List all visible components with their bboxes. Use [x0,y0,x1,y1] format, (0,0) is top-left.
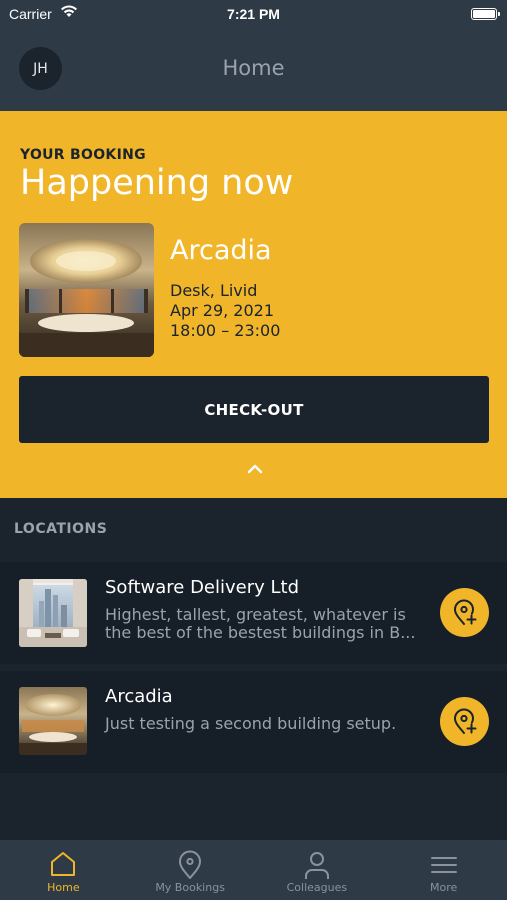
tab-label: Home [47,881,80,894]
location-description-line: the best of the bestest buildings in B..… [105,623,416,642]
page-title: Home [222,56,285,80]
current-booking-card: YOUR BOOKING Happening now Arcadia Desk,… [0,111,507,498]
location-name: Arcadia [105,686,173,707]
tab-bar: Home My Bookings Colleagues More [0,840,507,900]
navigation-bar: JH Home [0,28,507,111]
tab-more[interactable]: More [380,840,507,900]
map-pin-add-icon [453,599,476,625]
tab-my-bookings[interactable]: My Bookings [127,840,254,900]
location-image [19,579,87,647]
battery-icon [471,8,500,20]
booking-location-image [19,223,154,357]
map-pin-add-icon [453,708,476,734]
location-description: Highest, tallest, greatest, whatever is … [105,606,425,642]
tab-colleagues[interactable]: Colleagues [254,840,381,900]
location-item[interactable]: Software Delivery Ltd Highest, tallest, … [0,562,507,664]
location-description-line: Highest, tallest, greatest, whatever is [105,605,406,624]
tab-home[interactable]: Home [0,840,127,900]
tab-label: More [429,881,458,894]
menu-icon [430,857,457,873]
home-icon [51,852,76,876]
booking-details: Desk, Livid Apr 29, 2021 18:00 – 23:00 [170,281,280,341]
tab-label: Colleagues [286,881,348,894]
booking-place-name: Arcadia [170,235,272,266]
booking-headline: Happening now [20,163,294,203]
status-bar: Carrier 7:21 PM [0,0,507,28]
chevron-up-icon[interactable] [246,463,264,475]
check-out-button[interactable]: CHECK-OUT [19,376,489,443]
map-pin-icon [179,850,202,879]
location-description: Just testing a second building setup. [105,715,425,733]
person-icon [304,852,329,879]
location-image [19,687,87,755]
tab-label: My Bookings [155,881,225,894]
booking-eyebrow: YOUR BOOKING [20,147,146,163]
add-location-button[interactable] [440,697,489,746]
location-item[interactable]: Arcadia Just testing a second building s… [0,671,507,773]
location-description-line: Just testing a second building setup. [105,714,397,733]
booking-time-range: 18:00 – 23:00 [170,321,281,340]
booking-resource: Desk, Livid [170,281,258,300]
booking-date: Apr 29, 2021 [170,301,275,320]
add-location-button[interactable] [440,588,489,637]
clock: 7:21 PM [227,6,280,22]
locations-section-title: LOCATIONS [14,521,108,537]
location-name: Software Delivery Ltd [105,577,300,598]
